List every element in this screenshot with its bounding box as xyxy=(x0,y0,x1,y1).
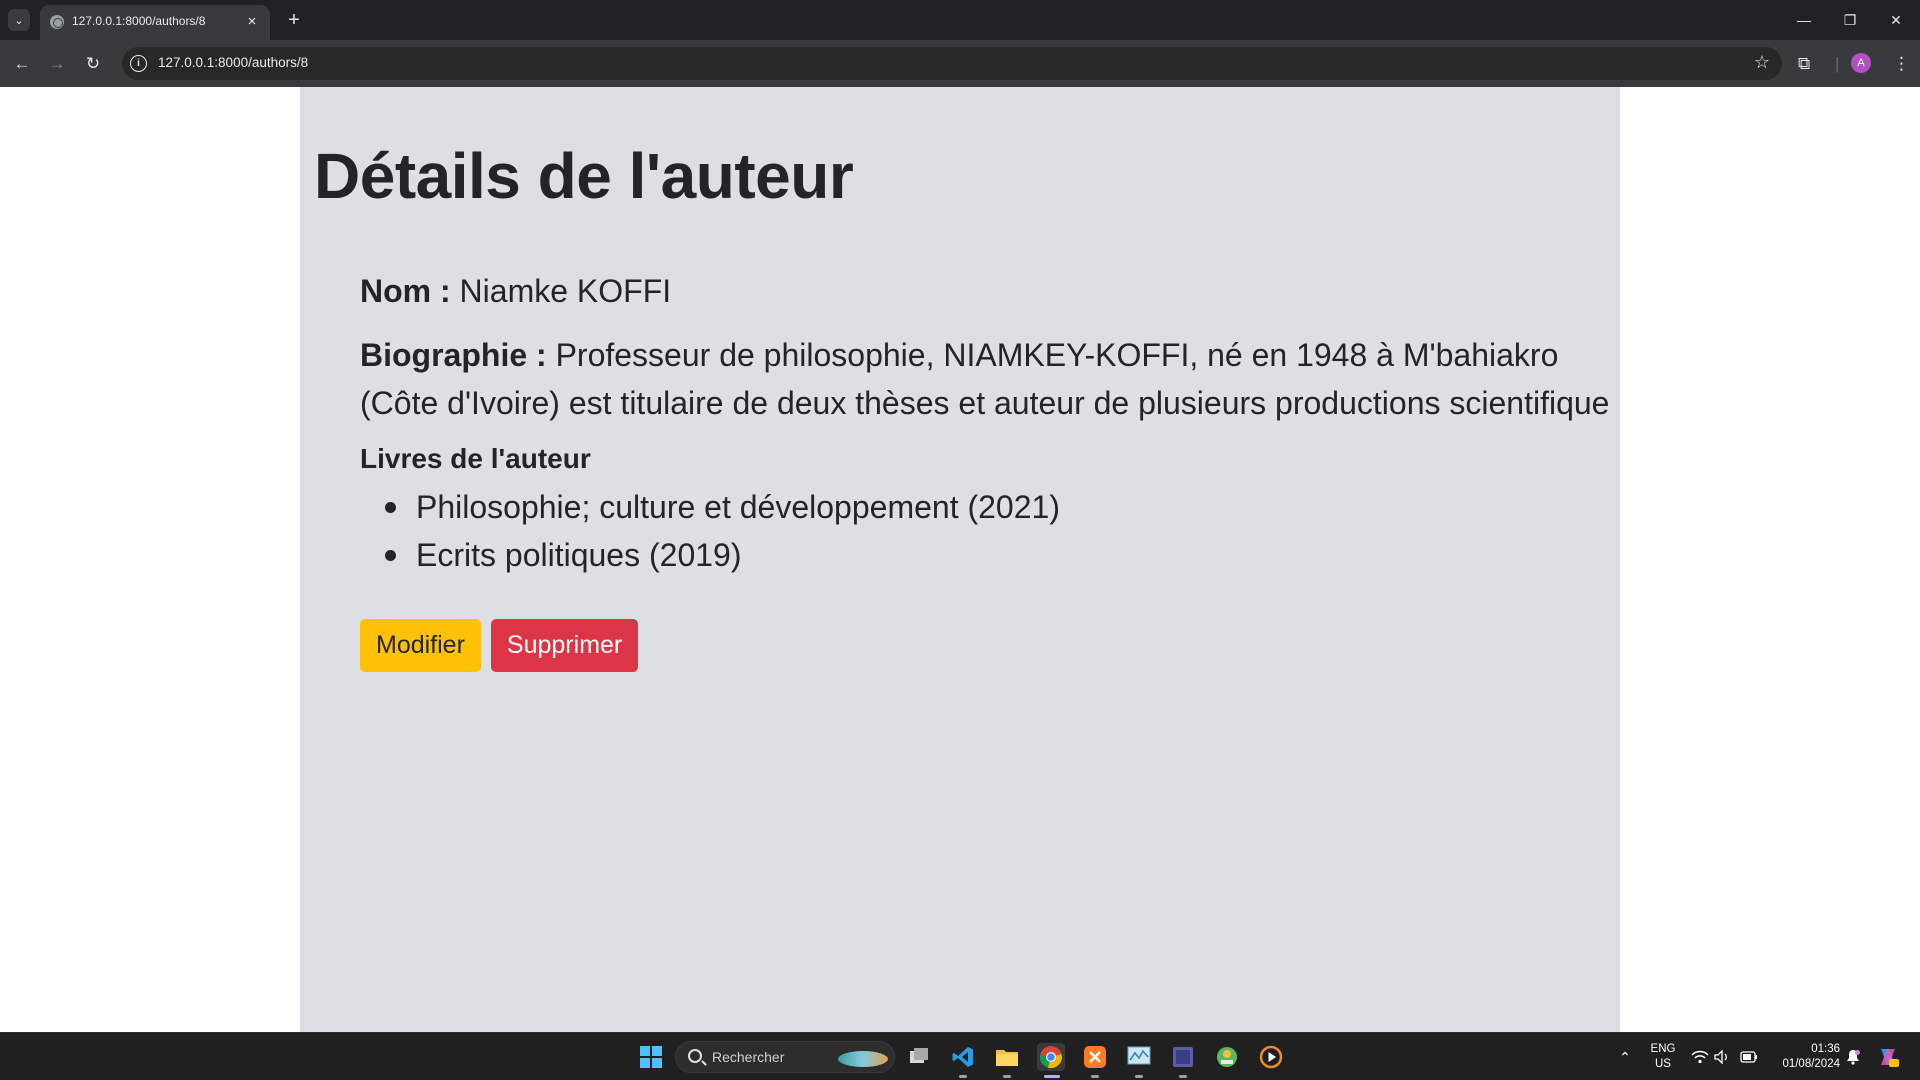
running-indicator xyxy=(1091,1075,1099,1078)
edit-button[interactable]: Modifier xyxy=(360,619,481,672)
profile-avatar[interactable]: A xyxy=(1851,53,1871,73)
language-code: ENG xyxy=(1650,1043,1676,1055)
search-highlight-image xyxy=(838,1051,888,1067)
notification-bell-icon[interactable] xyxy=(1839,1043,1867,1071)
clock-time: 01:36 xyxy=(1811,1043,1840,1055)
app-window-icon[interactable] xyxy=(1169,1043,1197,1071)
browser-tab[interactable]: 127.0.0.1:8000/authors/8 × xyxy=(40,5,270,40)
extensions-puzzle-icon[interactable]: ⧉ xyxy=(1798,52,1810,76)
media-player-icon[interactable] xyxy=(1257,1043,1285,1071)
reload-icon[interactable]: ↻ xyxy=(81,52,105,76)
chrome-icon[interactable] xyxy=(1037,1043,1065,1071)
bookmark-star-icon[interactable]: ☆ xyxy=(1754,52,1770,73)
browser-tab-bar: ⌄ 127.0.0.1:8000/authors/8 × + — ❐ ✕ xyxy=(0,0,1920,40)
browser-toolbar: ← → ↻ i 127.0.0.1:8000/authors/8 ☆ ⧉ | ⋮ xyxy=(0,40,1920,87)
new-tab-plus-icon[interactable]: + xyxy=(282,8,306,32)
running-indicator xyxy=(959,1075,967,1078)
chrome-menu-icon[interactable]: ⋮ xyxy=(1893,52,1910,76)
running-indicator xyxy=(1135,1075,1143,1078)
list-item: Philosophie; culture et développement (2… xyxy=(360,483,1620,531)
globe-icon xyxy=(50,15,64,29)
page-viewport: Détails de l'auteur Nom : Niamke KOFFI B… xyxy=(0,87,1920,1032)
search-icon xyxy=(688,1049,702,1063)
books-list: Philosophie; culture et développement (2… xyxy=(360,483,1620,579)
battery-icon[interactable] xyxy=(1735,1043,1763,1071)
close-tab-icon[interactable]: × xyxy=(242,11,262,31)
author-name: Niamke KOFFI xyxy=(459,273,672,309)
forward-arrow-icon[interactable]: → xyxy=(45,52,69,76)
clock[interactable]: 01:36 01/08/2024 xyxy=(1770,1042,1840,1072)
delete-button[interactable]: Supprimer xyxy=(490,619,639,672)
back-arrow-icon[interactable]: ← xyxy=(10,52,34,76)
author-details: Nom : Niamke KOFFI Biographie : Professe… xyxy=(360,267,1620,672)
resource-monitor-icon[interactable] xyxy=(1125,1043,1153,1071)
author-bio-line-2: (Côte d'Ivoire) est titulaire de deux th… xyxy=(360,385,1610,421)
author-bio-row: Biographie : Professeur de philosophie, … xyxy=(360,331,1620,427)
task-view-icon[interactable] xyxy=(905,1043,933,1071)
region-code: US xyxy=(1655,1058,1671,1070)
vscode-icon[interactable] xyxy=(949,1043,977,1071)
tab-search-chevron-icon[interactable]: ⌄ xyxy=(8,9,30,31)
file-explorer-icon[interactable] xyxy=(993,1043,1021,1071)
action-buttons: Modifier Supprimer xyxy=(360,619,1620,672)
app-globe-icon[interactable] xyxy=(1213,1043,1241,1071)
close-window-icon[interactable]: ✕ xyxy=(1883,8,1909,32)
running-indicator xyxy=(1003,1075,1011,1078)
content-container: Détails de l'auteur Nom : Niamke KOFFI B… xyxy=(300,87,1620,1032)
address-bar[interactable]: i 127.0.0.1:8000/authors/8 ☆ xyxy=(122,47,1782,80)
address-url[interactable]: 127.0.0.1:8000/authors/8 xyxy=(158,55,308,70)
name-label: Nom : xyxy=(360,273,451,309)
page-title: Détails de l'auteur xyxy=(314,140,854,212)
running-indicator xyxy=(1179,1075,1187,1078)
search-placeholder: Rechercher xyxy=(712,1049,785,1065)
author-bio-line-1: Professeur de philosophie, NIAMKEY-KOFFI… xyxy=(555,337,1559,373)
list-item: Ecrits politiques (2019) xyxy=(360,531,1620,579)
books-heading: Livres de l'auteur xyxy=(360,443,591,474)
author-name-row: Nom : Niamke KOFFI xyxy=(360,267,1620,315)
active-window-indicator xyxy=(1044,1075,1060,1078)
show-hidden-icons-chevron-icon[interactable]: ⌃ xyxy=(1611,1043,1639,1071)
tab-title: 127.0.0.1:8000/authors/8 xyxy=(72,14,206,28)
clock-date: 01/08/2024 xyxy=(1782,1058,1840,1070)
taskbar-search-box[interactable]: Rechercher xyxy=(675,1041,895,1073)
minimize-icon[interactable]: — xyxy=(1791,8,1817,32)
input-language-indicator[interactable]: ENG US xyxy=(1648,1042,1678,1072)
xampp-icon[interactable] xyxy=(1081,1043,1109,1071)
toolbar-divider: | xyxy=(1835,54,1840,73)
site-info-icon[interactable]: i xyxy=(130,55,147,72)
volume-icon[interactable] xyxy=(1708,1043,1736,1071)
windows-taskbar: Rechercher ⌃ ENG US 01:36 01/08/2024 xyxy=(0,1032,1920,1080)
copilot-icon[interactable] xyxy=(1874,1043,1902,1071)
restore-icon[interactable]: ❐ xyxy=(1837,8,1863,32)
bio-label: Biographie : xyxy=(360,337,547,373)
windows-start-icon[interactable] xyxy=(637,1043,665,1071)
